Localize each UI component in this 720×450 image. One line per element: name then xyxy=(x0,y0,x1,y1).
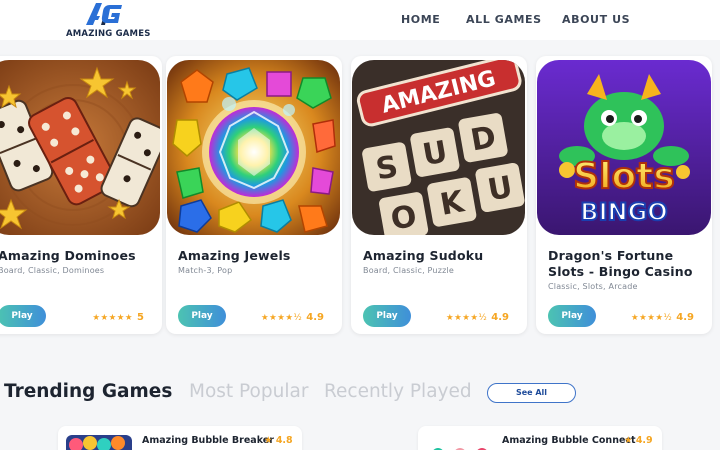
bubble-breaker-artwork xyxy=(66,435,132,450)
dominoes-thumbnail[interactable] xyxy=(0,60,160,235)
nav-all-games[interactable]: ALL GAMES xyxy=(466,13,542,26)
site-header: AMAZING GAMES HOME ALL GAMES ABOUT US xyxy=(0,0,720,40)
game-card-dragons-fortune[interactable]: Slots BINGO Dragon's Fortune Slots - Bin… xyxy=(536,56,712,334)
rating-stars-icon: ★★★★★ xyxy=(92,312,134,323)
game-tags: Match-3, Pop xyxy=(178,266,233,275)
trending-title[interactable]: Amazing Bubble Breaker xyxy=(142,435,274,446)
nav-home[interactable]: HOME xyxy=(401,13,440,26)
trending-rating: ★ 4.8 xyxy=(264,435,293,446)
sudoku-artwork: AMAZING S U D O K U xyxy=(352,60,525,235)
ag-logo-icon xyxy=(86,3,122,25)
game-card-dominoes[interactable]: Amazing Dominoes Board, Classic, Dominoe… xyxy=(0,56,162,334)
rating-score: 4.9 xyxy=(306,312,324,323)
game-tags: Board, Classic, Dominoes xyxy=(0,266,105,275)
rating-stars-icon: ★★★★½ xyxy=(446,312,488,323)
brand-logo[interactable]: AMAZING GAMES xyxy=(66,2,151,39)
play-button[interactable]: Play xyxy=(548,305,596,327)
jewels-artwork xyxy=(167,60,340,235)
game-title[interactable]: Amazing Dominoes xyxy=(0,248,158,264)
rating-score: 4.9 xyxy=(491,312,509,323)
trending-rating: ★ 4.9 xyxy=(624,435,653,446)
trending-item[interactable]: Amazing Bubble Connect ★ 4.9 xyxy=(418,426,662,450)
jewels-thumbnail[interactable] xyxy=(167,60,340,235)
bubble-breaker-thumbnail[interactable] xyxy=(66,435,132,450)
game-rating: ★★★★½ 4.9 xyxy=(446,312,509,323)
bubble-connect-thumbnail[interactable] xyxy=(426,435,492,450)
rating-score: 4.9 xyxy=(676,312,694,323)
rating-stars-icon: ★★★★½ xyxy=(261,312,303,323)
play-button[interactable]: Play xyxy=(0,305,46,327)
game-title[interactable]: Amazing Sudoku xyxy=(363,248,523,264)
game-card-jewels[interactable]: Amazing Jewels Match-3, Pop Play ★★★★½ 4… xyxy=(166,56,342,334)
game-rating: ★★★★★ 5 xyxy=(92,312,144,323)
brand-name: AMAZING GAMES xyxy=(66,29,151,39)
dragons-fortune-artwork: Slots BINGO xyxy=(537,60,711,235)
game-rating: ★★★★½ 4.9 xyxy=(631,312,694,323)
play-button[interactable]: Play xyxy=(178,305,226,327)
game-title[interactable]: Dragon's Fortune Slots - Bingo Casino xyxy=(548,248,708,280)
dragons-fortune-thumbnail[interactable]: Slots BINGO xyxy=(537,60,711,235)
play-button[interactable]: Play xyxy=(363,305,411,327)
game-tags: Board, Classic, Puzzle xyxy=(363,266,455,275)
game-rating: ★★★★½ 4.9 xyxy=(261,312,324,323)
rating-stars-icon: ★★★★½ xyxy=(631,312,673,323)
bingo-title-text: BINGO xyxy=(580,198,667,226)
slots-title-text: Slots xyxy=(573,156,675,197)
see-all-button[interactable]: See All xyxy=(487,383,576,403)
trending-title[interactable]: Amazing Bubble Connect xyxy=(502,435,636,446)
tab-most-popular[interactable]: Most Popular xyxy=(189,381,308,402)
game-tags: Classic, Slots, Arcade xyxy=(548,282,638,291)
trending-item[interactable]: Amazing Bubble Breaker ★ 4.8 xyxy=(58,426,302,450)
dominoes-artwork xyxy=(0,60,160,235)
sudoku-thumbnail[interactable]: AMAZING S U D O K U xyxy=(352,60,525,235)
bubble-connect-artwork xyxy=(426,435,492,450)
game-card-sudoku[interactable]: AMAZING S U D O K U Amazing Sudoku Board… xyxy=(351,56,527,334)
tab-trending-games[interactable]: Trending Games xyxy=(4,381,172,402)
game-title[interactable]: Amazing Jewels xyxy=(178,248,338,264)
nav-about-us[interactable]: ABOUT US xyxy=(562,13,630,26)
tab-recently-played[interactable]: Recently Played xyxy=(324,381,472,402)
rating-score: 5 xyxy=(137,312,144,323)
